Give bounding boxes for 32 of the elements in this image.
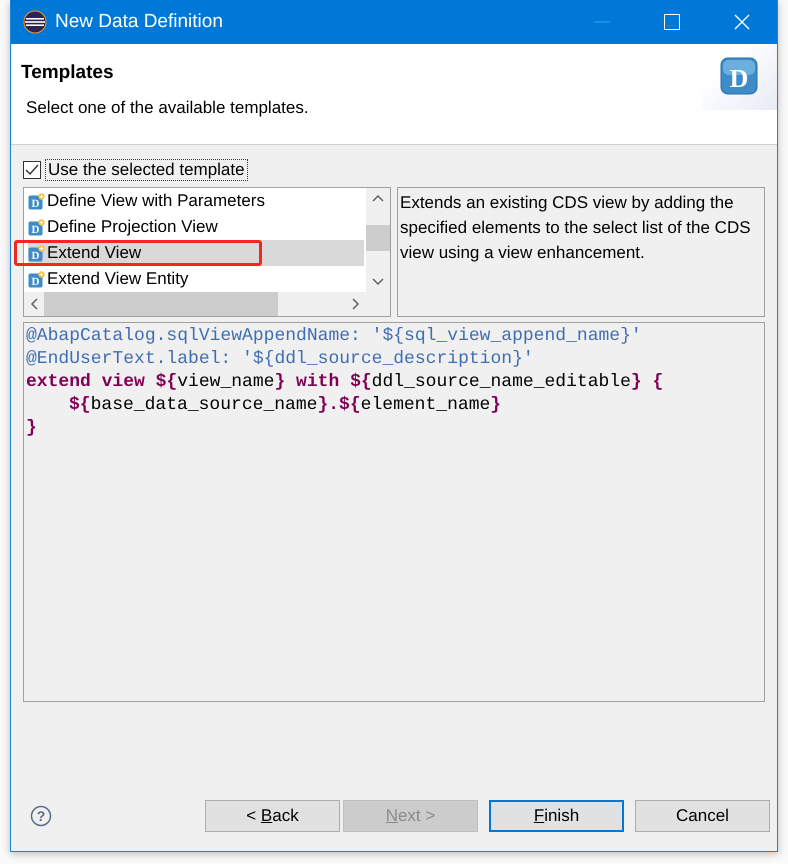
code-line: extend view ${view_name} with ${ddl_source_name_editable} { xyxy=(26,371,664,394)
scrollbar-thumb[interactable] xyxy=(44,292,278,316)
scroll-down-icon[interactable] xyxy=(372,278,384,286)
template-icon: D xyxy=(28,244,45,262)
app-logo-icon xyxy=(23,10,47,34)
scroll-up-icon[interactable] xyxy=(372,194,384,202)
scroll-right-icon[interactable] xyxy=(352,298,360,310)
scrollbar-thumb[interactable] xyxy=(366,225,390,251)
close-icon[interactable] xyxy=(734,14,750,30)
code-line: } xyxy=(26,417,38,440)
window-title: New Data Definition xyxy=(55,11,224,33)
template-item[interactable]: D Define View with Parameters xyxy=(28,188,364,214)
maximize-icon[interactable] xyxy=(664,14,680,30)
code-line: @EndUserText.label: '${ddl_source_description}' xyxy=(26,348,535,371)
page-title: Templates xyxy=(21,62,115,84)
help-icon[interactable]: ? xyxy=(30,805,52,827)
code-line: @AbapCatalog.sqlViewAppendName: '${sql_view_append_name}' xyxy=(26,325,643,348)
scroll-left-icon[interactable] xyxy=(30,298,38,310)
page-description: Select one of the available templates. xyxy=(26,98,310,118)
template-description: Extends an existing CDS view by adding the specified elements to the select list of the CDS view using a view enhancement. xyxy=(397,187,765,317)
checkbox-label[interactable]: Use the selected template xyxy=(45,159,248,181)
template-icon: D xyxy=(28,192,45,210)
dialog-button[interactable]: Cancel xyxy=(635,800,770,832)
template-item[interactable]: D Extend View Entity xyxy=(28,266,364,292)
template-item[interactable]: D Define Projection View xyxy=(28,214,364,240)
data-definition-icon: D xyxy=(720,57,758,97)
checkbox[interactable] xyxy=(23,161,41,179)
template-icon: D xyxy=(28,218,45,236)
template-icon: D xyxy=(28,270,45,288)
code-line: ${base_data_source_name}.${element_name} xyxy=(68,394,502,417)
dialog-button[interactable]: Finish xyxy=(489,800,624,832)
dialog-button[interactable]: < Back xyxy=(205,800,340,832)
